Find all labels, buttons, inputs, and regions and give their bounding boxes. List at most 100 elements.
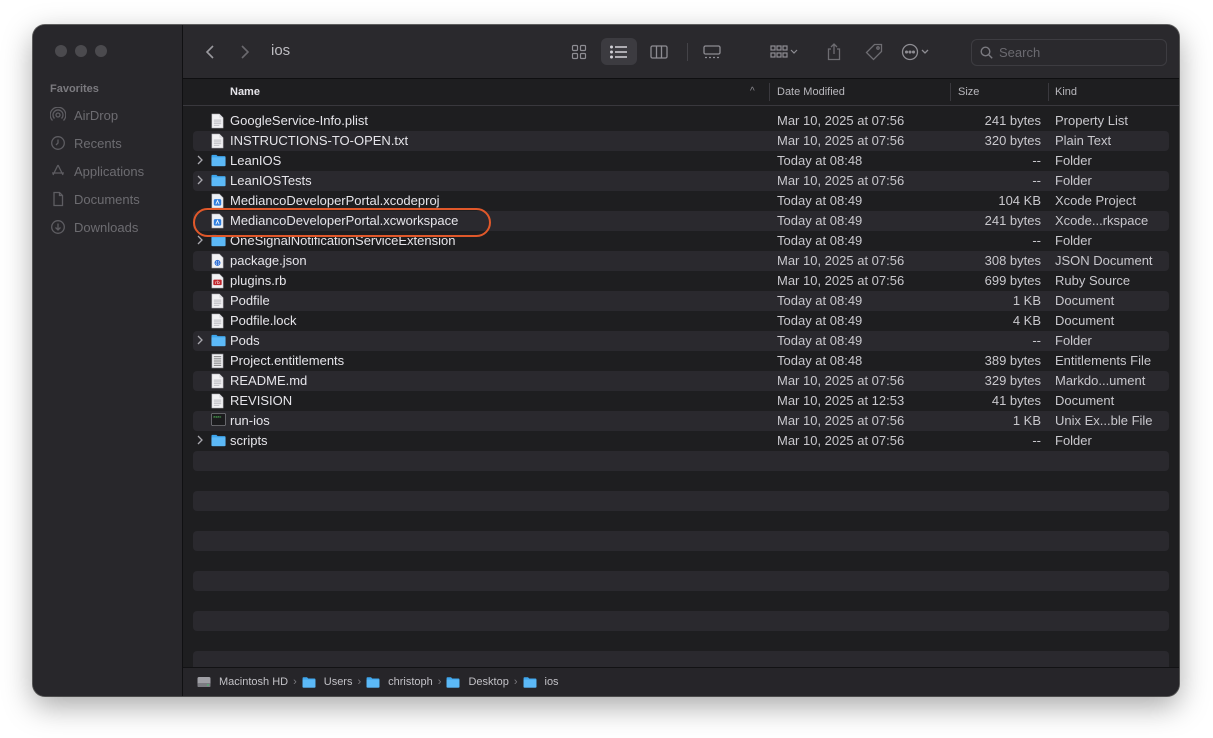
disclosure-triangle-icon[interactable] xyxy=(196,154,206,168)
close-window-button[interactable] xyxy=(55,45,67,57)
file-row[interactable]: rb plugins.rb Mar 10, 2025 at 07:56 699 byt… xyxy=(193,271,1169,291)
grid-icon xyxy=(571,44,587,59)
window-controls xyxy=(55,45,107,57)
list-view-button[interactable] xyxy=(601,38,637,65)
document-file-icon xyxy=(211,393,225,409)
file-size: 389 bytes xyxy=(984,353,1041,368)
gallery-view-button[interactable] xyxy=(694,38,730,65)
hard-drive-icon xyxy=(197,676,215,688)
svg-text:exec: exec xyxy=(213,415,221,419)
file-date-modified: Mar 10, 2025 at 07:56 xyxy=(777,413,905,428)
window-title: ios xyxy=(271,42,291,59)
file-row[interactable]: Project.entitlements Today at 08:48 389 by… xyxy=(193,351,1169,371)
document-file-icon xyxy=(211,313,225,329)
json-file-icon: {} xyxy=(211,253,225,269)
tags-button[interactable] xyxy=(856,38,892,65)
gallery-icon xyxy=(703,44,721,58)
markdown-file-icon xyxy=(211,373,225,389)
minimize-window-button[interactable] xyxy=(75,45,87,57)
path-crumb[interactable]: Desktop xyxy=(446,676,509,688)
file-row[interactable]: REVISION Mar 10, 2025 at 12:53 41 bytes Doc… xyxy=(193,391,1169,411)
file-row[interactable]: {} package.json Mar 10, 2025 at 07:56 308 b… xyxy=(193,251,1169,271)
file-row[interactable]: README.md Mar 10, 2025 at 07:56 329 bytes M… xyxy=(193,371,1169,391)
forward-button[interactable] xyxy=(233,25,257,78)
file-size: -- xyxy=(1032,173,1041,188)
file-row[interactable]: GoogleService-Info.plist Mar 10, 2025 at … xyxy=(193,111,1169,131)
file-date-modified: Mar 10, 2025 at 07:56 xyxy=(777,113,905,128)
file-row[interactable]: LeanIOS Today at 08:48 -- Folder xyxy=(193,151,1169,171)
path-crumb[interactable]: Users xyxy=(302,676,352,688)
file-row[interactable]: Podfile Today at 08:49 1 KB Document xyxy=(193,291,1169,311)
column-divider[interactable] xyxy=(769,83,770,101)
file-kind: Xcode...rkspace xyxy=(1055,213,1149,228)
column-header-date-modified[interactable]: Date Modified xyxy=(777,79,845,105)
path-crumb[interactable]: ios xyxy=(523,676,559,688)
path-crumb[interactable]: Macintosh HD xyxy=(197,676,288,688)
column-header-name[interactable]: Name xyxy=(230,79,260,105)
group-by-button[interactable] xyxy=(764,38,804,65)
file-kind: Property List xyxy=(1055,113,1128,128)
file-date-modified: Today at 08:49 xyxy=(777,193,863,208)
back-button[interactable] xyxy=(198,25,222,78)
file-size: 241 bytes xyxy=(984,113,1041,128)
column-divider[interactable] xyxy=(950,83,951,101)
disclosure-triangle-icon[interactable] xyxy=(196,174,206,188)
file-row[interactable]: scripts Mar 10, 2025 at 07:56 -- Folder xyxy=(193,431,1169,451)
file-row[interactable]: exec run-ios Mar 10, 2025 at 07:56 1 KB Unix… xyxy=(193,411,1169,431)
file-size: 308 bytes xyxy=(984,253,1041,268)
file-size: 241 bytes xyxy=(984,213,1041,228)
column-divider[interactable] xyxy=(1048,83,1049,101)
applications-icon xyxy=(52,164,64,176)
search-icon xyxy=(980,46,993,59)
empty-row xyxy=(193,591,1169,611)
file-name: MediancoDeveloperPortal.xcodeproj xyxy=(230,193,440,208)
column-header-kind[interactable]: Kind xyxy=(1055,79,1077,105)
file-row[interactable]: Pods Today at 08:49 -- Folder xyxy=(193,331,1169,351)
file-date-modified: Mar 10, 2025 at 07:56 xyxy=(777,373,905,388)
empty-row xyxy=(193,551,1169,571)
file-kind: Document xyxy=(1055,393,1115,408)
file-size: 329 bytes xyxy=(984,373,1041,388)
more-options-icon xyxy=(901,43,929,60)
path-crumb[interactable]: christoph xyxy=(366,676,433,688)
file-row[interactable]: LeanIOSTests Mar 10, 2025 at 07:56 -- Folde… xyxy=(193,171,1169,191)
empty-row xyxy=(193,511,1169,531)
file-kind: Markdo...ument xyxy=(1055,373,1146,388)
file-date-modified: Today at 08:49 xyxy=(777,213,863,228)
file-size: 1 KB xyxy=(1012,413,1041,428)
file-size: -- xyxy=(1032,153,1041,168)
share-button[interactable] xyxy=(816,38,852,65)
file-row[interactable]: INSTRUCTIONS-TO-OPEN.txt Mar 10, 2025 at … xyxy=(193,131,1169,151)
file-kind: Unix Ex...ble File xyxy=(1055,413,1153,428)
columns-icon xyxy=(650,44,668,59)
more-actions-button[interactable] xyxy=(896,38,936,65)
file-date-modified: Mar 10, 2025 at 07:56 xyxy=(777,173,905,188)
file-kind: Folder xyxy=(1055,233,1092,248)
file-row[interactable]: Podfile.lock Today at 08:49 4 KB Document xyxy=(193,311,1169,331)
sidebar-item-applications[interactable]: Applications xyxy=(50,157,144,185)
file-date-modified: Today at 08:49 xyxy=(777,313,863,328)
file-date-modified: Today at 08:49 xyxy=(777,333,863,348)
path-crumb-label: christoph xyxy=(388,676,433,688)
disclosure-triangle-icon[interactable] xyxy=(196,434,206,448)
path-separator-icon: › xyxy=(437,676,442,688)
path-separator-icon: › xyxy=(357,676,362,688)
sidebar-item-recents[interactable]: Recents xyxy=(50,129,144,157)
path-crumb-label: Macintosh HD xyxy=(219,676,289,688)
sidebar-item-airdrop[interactable]: AirDrop xyxy=(50,101,144,129)
icon-view-button[interactable] xyxy=(561,38,597,65)
document-icon xyxy=(53,191,64,207)
disclosure-triangle-icon[interactable] xyxy=(196,334,206,348)
empty-row xyxy=(193,531,1169,551)
column-header-size[interactable]: Size xyxy=(958,79,979,105)
empty-row xyxy=(193,491,1169,511)
search-field[interactable]: Search xyxy=(971,39,1167,66)
airdrop-icon xyxy=(50,107,66,121)
column-view-button[interactable] xyxy=(641,38,677,65)
sidebar-item-downloads[interactable]: Downloads xyxy=(50,213,144,241)
zoom-window-button[interactable] xyxy=(95,45,107,57)
plist-file-icon xyxy=(211,113,225,129)
folder-icon xyxy=(211,433,226,449)
toolbar: ios Search xyxy=(183,25,1179,79)
sidebar-item-documents[interactable]: Documents xyxy=(50,185,144,213)
